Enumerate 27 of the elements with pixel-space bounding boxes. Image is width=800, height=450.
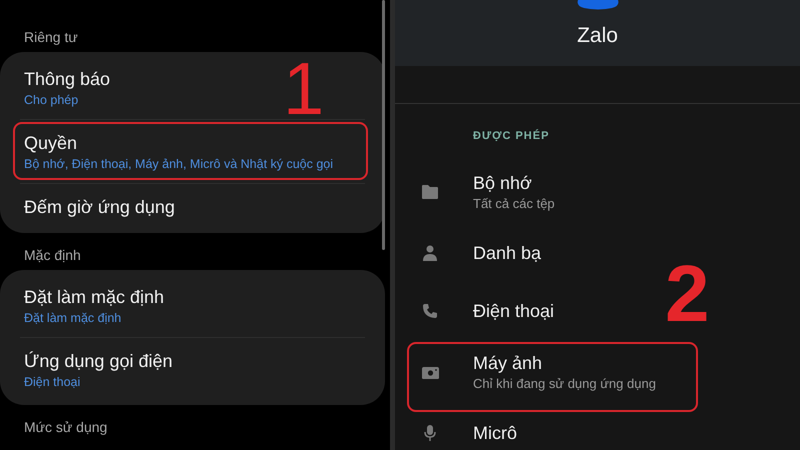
setting-title[interactable]: Đặt làm mặc định [24, 285, 361, 309]
section-header: Riêng tư [24, 29, 79, 45]
group-header: ĐƯỢC PHÉP [473, 130, 550, 142]
section-header: Mặc định [24, 247, 82, 263]
permission-title[interactable]: Máy ảnh [473, 351, 656, 375]
setting-title[interactable]: Quyền [24, 131, 361, 155]
setting-title[interactable]: Đếm giờ ứng dụng [24, 195, 361, 219]
folder-icon [421, 184, 439, 200]
setting-value: Điện thoại [24, 374, 82, 391]
setting-value: Cho phép [24, 92, 80, 109]
permission-status: Tất cả các tệp [473, 195, 555, 213]
permission-title[interactable]: Bộ nhớ [473, 171, 555, 195]
step-number: 2 [665, 254, 710, 334]
permission-title[interactable]: Danh bạ [473, 241, 542, 265]
camera-icon [420, 364, 440, 380]
permission-status: Chỉ khi đang sử dụng ứng dụng [473, 375, 656, 393]
permission-title[interactable]: Micrô [473, 421, 517, 445]
setting-value: Bộ nhớ, Điện thoại, Máy ảnh, Micrô và Nhật ký cuộc gọi [24, 156, 334, 173]
microphone-icon [424, 425, 436, 441]
setting-title[interactable]: Ứng dụng gọi điện [24, 349, 361, 373]
step-number: 1 [283, 52, 324, 126]
app-name: Zalo [577, 24, 618, 48]
permission-title[interactable]: Điện thoại [473, 299, 554, 323]
phone-icon [422, 303, 438, 319]
section-header: Mức sử dụng [24, 419, 108, 435]
person-icon [423, 245, 437, 261]
setting-value: Đặt làm mặc định [24, 310, 122, 327]
